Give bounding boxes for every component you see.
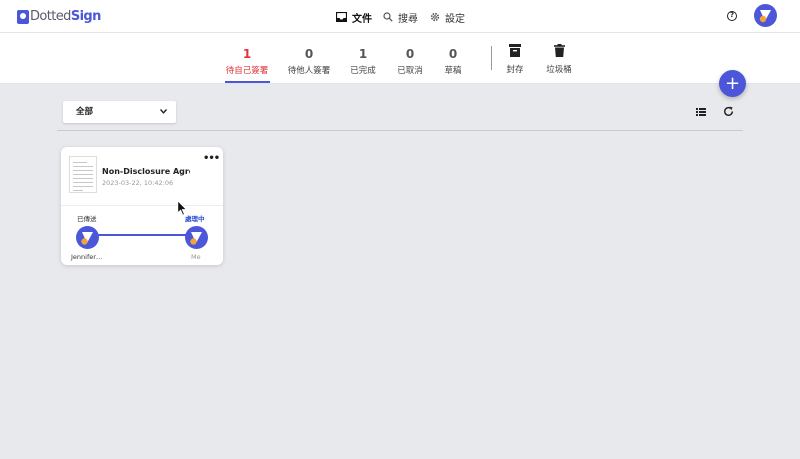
refresh-icon[interactable]	[723, 106, 734, 117]
tab-count: 0	[448, 47, 458, 61]
signer-name-2: Me	[191, 253, 201, 261]
filter-selected-value: 全部	[76, 107, 94, 117]
dottedsign-logo[interactable]: DottedSign	[17, 8, 101, 25]
archive-icon	[509, 44, 521, 57]
tab-awaiting-others[interactable]: 0 待他人簽署	[284, 47, 334, 76]
document-title: Non-Disclosure Agre…	[102, 167, 190, 176]
tab-drafts[interactable]: 0 草稿	[428, 47, 478, 76]
logo-suffix: Sign	[70, 9, 102, 24]
inbox-icon	[336, 12, 347, 22]
document-card[interactable]: Non-Disclosure Agre… 2023-03-22, 10:42:0…	[61, 147, 223, 265]
logo-prefix: Dotted	[30, 9, 71, 24]
list-view-icon[interactable]	[696, 108, 706, 116]
add-document-button[interactable]: +	[719, 70, 746, 97]
tab-label: 草稿	[444, 66, 462, 76]
tab-awaiting-my-signature[interactable]: 1 待自己簽署	[222, 47, 272, 76]
nav-documents[interactable]: 文件	[336, 9, 372, 25]
nav-search[interactable]: 搜尋	[383, 9, 418, 25]
avatar-logo-icon	[81, 232, 93, 245]
tab-label: 已完成	[350, 66, 376, 76]
signer-name-1: Jennifer…	[71, 253, 103, 261]
top-nav-bar: DottedSign 文件 搜尋 設定 ?	[0, 0, 800, 33]
more-options-button[interactable]: •••	[203, 154, 220, 164]
tab-trash[interactable]: 垃圾桶	[534, 44, 584, 75]
tab-count: 1	[242, 47, 252, 61]
avatar-logo-icon	[759, 10, 771, 23]
logo-icon	[17, 9, 29, 24]
trash-icon	[553, 44, 565, 57]
tab-label: 封存	[506, 65, 524, 75]
chevron-down-icon	[159, 101, 168, 123]
active-tab-indicator	[225, 81, 270, 83]
tab-archive[interactable]: 封存	[490, 44, 540, 75]
tab-count: 1	[358, 47, 368, 61]
document-thumbnail	[69, 156, 97, 193]
avatar-logo-icon	[190, 232, 202, 245]
tab-count: 0	[304, 47, 314, 61]
nav-settings-label: 設定	[445, 13, 465, 25]
signer-avatar-1	[76, 226, 99, 249]
tab-completed[interactable]: 1 已完成	[338, 47, 388, 76]
gear-icon	[430, 12, 440, 22]
nav-documents-label: 文件	[352, 13, 372, 25]
content-divider	[57, 130, 743, 131]
status-tabs-bar: 1 待自己簽署 0 待他人簽署 1 已完成 0 已取消 0 草稿 封存 垃圾桶	[0, 33, 800, 84]
card-divider	[61, 205, 223, 206]
signer-avatar-2	[185, 226, 208, 249]
signing-progress-line	[98, 234, 188, 236]
mouse-cursor-icon	[177, 200, 188, 216]
user-avatar[interactable]	[754, 4, 777, 27]
filter-dropdown[interactable]: 全部	[63, 101, 176, 123]
tab-label: 待自己簽署	[225, 66, 269, 76]
search-icon	[383, 12, 393, 22]
tab-label: 待他人簽署	[287, 66, 331, 76]
help-icon[interactable]: ?	[727, 11, 737, 21]
tab-label: 垃圾桶	[546, 65, 572, 75]
nav-settings[interactable]: 設定	[430, 9, 465, 25]
status-sent: 已傳送	[77, 215, 97, 223]
document-date: 2023-03-22, 10:42:06	[102, 179, 174, 187]
nav-search-label: 搜尋	[398, 13, 418, 25]
